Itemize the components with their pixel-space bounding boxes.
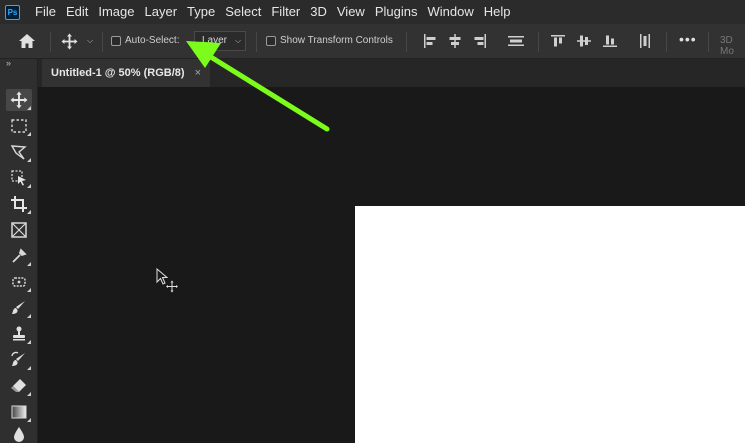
menu-select[interactable]: Select: [220, 0, 266, 24]
home-icon[interactable]: [18, 33, 36, 54]
move-tool-preset-icon[interactable]: [61, 33, 78, 55]
separator: [102, 32, 103, 52]
tools-panel: »: [0, 58, 38, 443]
show-transform-checkbox[interactable]: [266, 36, 276, 46]
align-left-icon[interactable]: [423, 34, 437, 53]
flyout-indicator-icon: [27, 210, 31, 214]
separator: [50, 32, 51, 52]
close-icon[interactable]: ×: [195, 59, 201, 87]
flyout-indicator-icon: [27, 366, 31, 370]
menu-image[interactable]: Image: [93, 0, 139, 24]
clone-stamp-tool[interactable]: [6, 323, 32, 345]
blur-tool[interactable]: [6, 427, 32, 443]
separator: [708, 32, 709, 52]
flyout-indicator-icon: [27, 184, 31, 188]
separator: [256, 32, 257, 52]
document-tab-strip: Untitled-1 @ 50% (RGB/8) ×: [38, 59, 745, 87]
brush-tool[interactable]: [6, 297, 32, 319]
gradient-tool[interactable]: [6, 401, 32, 423]
eraser-tool[interactable]: [6, 375, 32, 397]
auto-select-label[interactable]: Auto-Select:: [125, 35, 179, 46]
menu-view[interactable]: View: [332, 0, 370, 24]
align-bottom-icon[interactable]: [603, 34, 617, 53]
align-horizontal-center-icon[interactable]: [448, 34, 462, 53]
crop-tool[interactable]: [6, 193, 32, 215]
document-tab-title: Untitled-1 @ 50% (RGB/8): [51, 67, 185, 79]
move-cursor-icon: [156, 268, 178, 293]
canvas-workspace[interactable]: [38, 87, 745, 443]
flyout-indicator-icon: [27, 340, 31, 344]
document-tab[interactable]: Untitled-1 @ 50% (RGB/8) ×: [42, 59, 210, 87]
move-tool[interactable]: [6, 89, 32, 111]
distribute-vertical-icon[interactable]: [638, 34, 652, 53]
auto-select-target-value: Layer: [202, 35, 228, 46]
flyout-indicator-icon: [27, 288, 31, 292]
separator: [406, 32, 407, 52]
flyout-indicator-icon: [27, 106, 31, 110]
chevron-down-icon[interactable]: ⌵: [87, 36, 93, 46]
menu-3d[interactable]: 3D: [305, 0, 332, 24]
menu-filter[interactable]: Filter: [266, 0, 305, 24]
eyedropper-tool[interactable]: [6, 245, 32, 267]
menu-help[interactable]: Help: [479, 0, 516, 24]
align-right-icon[interactable]: [473, 34, 487, 53]
expand-panel-icon[interactable]: »: [6, 58, 11, 68]
marquee-tool[interactable]: [6, 115, 32, 137]
frame-tool[interactable]: [6, 219, 32, 241]
menu-layer[interactable]: Layer: [140, 0, 183, 24]
menu-window[interactable]: Window: [422, 0, 478, 24]
history-brush-tool[interactable]: [6, 349, 32, 371]
separator: [666, 32, 667, 52]
align-top-icon[interactable]: [551, 34, 565, 53]
show-transform-label[interactable]: Show Transform Controls: [280, 35, 393, 46]
separator: [538, 32, 539, 52]
align-vertical-center-icon[interactable]: [577, 34, 591, 53]
lasso-tool[interactable]: [6, 141, 32, 163]
menu-edit[interactable]: Edit: [61, 0, 93, 24]
flyout-indicator-icon: [27, 314, 31, 318]
menu-type[interactable]: Type: [182, 0, 220, 24]
spot-healing-tool[interactable]: [6, 271, 32, 293]
document-canvas[interactable]: [355, 206, 745, 443]
flyout-indicator-icon: [27, 418, 31, 422]
photoshop-logo-icon[interactable]: Ps: [5, 4, 20, 20]
chevron-down-icon: ⌵: [235, 36, 242, 45]
flyout-indicator-icon: [27, 392, 31, 396]
object-selection-tool[interactable]: [6, 167, 32, 189]
menu-plugins[interactable]: Plugins: [370, 0, 423, 24]
menu-file[interactable]: File: [30, 0, 61, 24]
auto-select-target-dropdown[interactable]: Layer ⌵: [194, 31, 246, 51]
auto-select-checkbox[interactable]: [111, 36, 121, 46]
flyout-indicator-icon: [27, 132, 31, 136]
options-bar: ⌵ Auto-Select: Layer ⌵ Show Transform Co…: [0, 24, 745, 59]
flyout-indicator-icon: [27, 262, 31, 266]
flyout-indicator-icon: [27, 158, 31, 162]
3d-mode-label: 3D Mo: [720, 35, 734, 57]
more-options-icon[interactable]: •••: [679, 31, 697, 47]
distribute-icon[interactable]: [508, 34, 524, 53]
menu-bar: Ps File Edit Image Layer Type Select Fil…: [0, 0, 745, 24]
